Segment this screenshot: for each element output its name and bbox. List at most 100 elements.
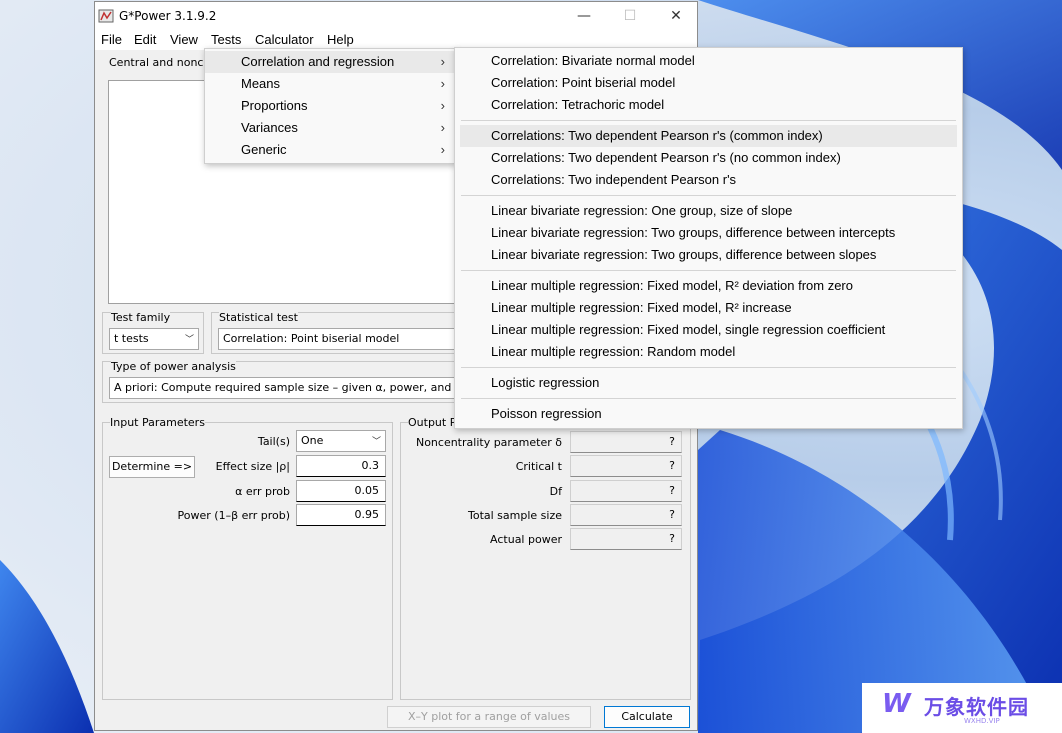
actual-power-label: Actual power [490,533,562,546]
noncentrality-field: ? [570,431,682,453]
menu-item-proportions[interactable]: Proportions › [205,95,455,117]
power-field[interactable]: 0.95 [296,504,386,526]
submenu-item-label: Correlation: Point biserial model [491,75,676,90]
xy-plot-button[interactable]: X–Y plot for a range of values [387,706,591,728]
tails-label: Tail(s) [257,435,290,448]
menu-item-generic[interactable]: Generic › [205,139,455,161]
statistical-test-label: Statistical test [219,311,298,324]
app-icon [98,9,114,23]
menu-item-means[interactable]: Means › [205,73,455,95]
submenu-item-label: Linear bivariate regression: One group, … [491,203,793,218]
menu-item-variances[interactable]: Variances › [205,117,455,139]
submenu-item-label: Correlations: Two dependent Pearson r's … [491,150,841,165]
correlation-submenu: Correlation: Bivariate normal model Corr… [454,47,963,429]
chevron-right-icon: › [440,98,445,113]
menu-calculator[interactable]: Calculator [255,32,314,47]
menu-file[interactable]: File [101,32,122,47]
submenu-item[interactable]: Correlation: Bivariate normal model [455,50,962,72]
submenu-item-label: Linear bivariate regression: Two groups,… [491,225,896,240]
power-label: Power (1–β err prob) [177,509,290,522]
menu-item-correlation-regression[interactable]: Correlation and regression › [205,51,455,73]
submenu-item-label: Correlations: Two dependent Pearson r's … [491,128,823,143]
watermark-sub: WXHD.VIP [964,717,1000,725]
submenu-item[interactable]: Linear multiple regression: Fixed model,… [455,297,962,319]
menu-separator [461,120,956,121]
menu-item-label: Proportions [241,98,308,113]
effect-size-label: Effect size |ρ| [215,460,290,473]
submenu-item[interactable]: Logistic regression [455,372,962,394]
alpha-label: α err prob [235,485,290,498]
title-bar[interactable]: G*Power 3.1.9.2 — ☐ ✕ [95,2,697,30]
submenu-item[interactable]: Poisson regression [455,403,962,425]
close-button[interactable]: ✕ [653,2,699,30]
menu-item-label: Variances [241,120,298,135]
submenu-item-label: Correlations: Two independent Pearson r'… [491,172,737,187]
actual-power-field: ? [570,528,682,550]
input-parameters-label: Input Parameters [110,416,205,429]
tails-value: One [301,434,324,447]
submenu-item[interactable]: Linear bivariate regression: Two groups,… [455,222,962,244]
tails-select[interactable]: One ﹀ [296,430,386,452]
menu-edit[interactable]: Edit [134,32,156,47]
test-family-select[interactable]: t tests ﹀ [109,328,199,350]
submenu-item-label: Linear bivariate regression: Two groups,… [491,247,877,262]
submenu-item[interactable]: Correlation: Point biserial model [455,72,962,94]
df-label: Df [549,485,562,498]
submenu-item-label: Linear multiple regression: Fixed model,… [491,300,792,315]
distribution-label: Central and nonce [109,56,211,69]
submenu-item[interactable]: Linear bivariate regression: Two groups,… [455,244,962,266]
menu-view[interactable]: View [170,32,198,47]
critical-t-field: ? [570,455,682,477]
tests-menu: Correlation and regression › Means › Pro… [204,48,456,164]
menu-separator [461,367,956,368]
total-sample-size-field: ? [570,504,682,526]
submenu-item-label: Linear multiple regression: Random model [491,344,736,359]
effect-size-field[interactable]: 0.3 [296,455,386,477]
chevron-right-icon: › [440,76,445,91]
test-family-value: t tests [114,332,149,345]
submenu-item[interactable]: Correlations: Two dependent Pearson r's … [455,147,962,169]
menu-item-label: Means [241,76,281,91]
menu-separator [461,195,956,196]
alpha-field[interactable]: 0.05 [296,480,386,502]
total-sample-size-label: Total sample size [467,509,562,522]
chevron-right-icon: › [440,54,445,69]
watermark-logo: W [882,689,911,719]
submenu-item[interactable]: Correlations: Two independent Pearson r'… [455,169,962,191]
power-analysis-value: A priori: Compute required sample size –… [114,381,466,394]
chevron-down-icon: ﹀ [184,335,194,345]
menu-item-label: Generic [241,142,287,157]
chevron-right-icon: › [440,120,445,135]
critical-t-label: Critical t [515,460,562,473]
output-parameters-label: Output P [408,416,457,429]
menu-separator [461,398,956,399]
submenu-item-highlighted[interactable]: Correlations: Two dependent Pearson r's … [460,125,957,147]
submenu-item[interactable]: Correlation: Tetrachoric model [455,94,962,116]
menu-separator [461,270,956,271]
calculate-button[interactable]: Calculate [604,706,690,728]
submenu-item[interactable]: Linear bivariate regression: One group, … [455,200,962,222]
window-title: G*Power 3.1.9.2 [119,9,217,23]
df-field: ? [570,480,682,502]
submenu-item-label: Logistic regression [491,375,600,390]
chevron-down-icon: ﹀ [371,437,381,447]
maximize-button[interactable]: ☐ [607,2,653,30]
determine-button[interactable]: Determine => [109,456,195,478]
watermark: W 万象软件园 WXHD.VIP [862,683,1062,733]
submenu-item[interactable]: Linear multiple regression: Fixed model,… [455,319,962,341]
chevron-right-icon: › [440,142,445,157]
watermark-text: 万象软件园 [924,695,1029,719]
menu-tests[interactable]: Tests [211,32,241,47]
submenu-item-label: Linear multiple regression: Fixed model,… [491,322,886,337]
noncentrality-label: Noncentrality parameter δ [415,436,562,449]
menu-item-label: Correlation and regression [241,54,395,69]
submenu-item-label: Linear multiple regression: Fixed model,… [491,278,853,293]
statistical-test-value: Correlation: Point biserial model [223,332,400,345]
submenu-item[interactable]: Linear multiple regression: Fixed model,… [455,275,962,297]
menu-help[interactable]: Help [327,32,354,47]
submenu-item-label: Poisson regression [491,406,602,421]
submenu-item-label: Correlation: Tetrachoric model [491,97,665,112]
submenu-item[interactable]: Linear multiple regression: Random model [455,341,962,363]
minimize-button[interactable]: — [561,2,607,30]
test-family-label: Test family [111,311,171,324]
